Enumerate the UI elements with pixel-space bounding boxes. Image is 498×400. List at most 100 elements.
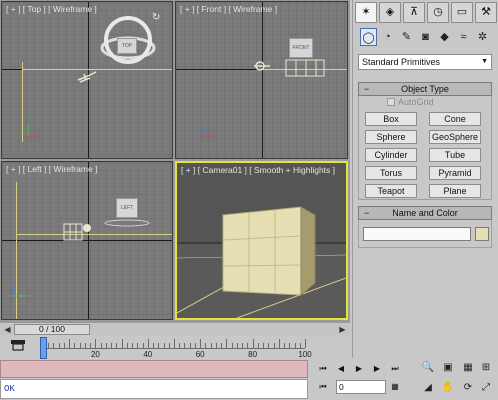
- next-frame-icon[interactable]: ▶: [370, 362, 384, 376]
- track-bar[interactable]: 020406080100: [0, 336, 350, 360]
- systems-icon[interactable]: ✲: [474, 28, 491, 46]
- zoom-icon[interactable]: 🔍: [420, 360, 436, 376]
- viewcube-compass[interactable]: ↻: [98, 8, 160, 64]
- maxscript-listener-mini[interactable]: [0, 360, 308, 378]
- ground-ellipse: [104, 219, 150, 227]
- track-tick: [210, 343, 212, 348]
- box-button[interactable]: Box: [365, 112, 417, 126]
- track-tick: [105, 343, 107, 348]
- track-tick: [168, 343, 170, 348]
- sphere-button[interactable]: Sphere: [365, 130, 417, 144]
- geosphere-button[interactable]: GeoSphere: [429, 130, 481, 144]
- play-icon[interactable]: ▶: [352, 362, 366, 376]
- track-tick: [53, 343, 55, 348]
- track-tick: [252, 339, 254, 348]
- display-icon[interactable]: ▭: [451, 2, 473, 23]
- track-tick-label: 20: [90, 350, 100, 359]
- slider-prev-icon[interactable]: ◀: [2, 324, 13, 335]
- zoom-extents-all-icon[interactable]: ⊞: [478, 360, 494, 376]
- viewport-label-top[interactable]: [ + ] [ Top ] [ Wireframe ]: [6, 4, 97, 14]
- track-tick-label: 60: [195, 350, 205, 359]
- torus-button[interactable]: Torus: [365, 166, 417, 180]
- name-color-title: Name and Color: [392, 208, 458, 218]
- prev-frame-icon[interactable]: ◀: [334, 362, 348, 376]
- current-frame-field[interactable]: 0: [336, 380, 386, 394]
- object-type-rollout-header[interactable]: − Object Type: [358, 82, 492, 96]
- time-slider-thumb[interactable]: 0 / 100: [14, 324, 90, 335]
- pyramid-button[interactable]: Pyramid: [429, 166, 481, 180]
- collapse-icon: −: [364, 208, 370, 218]
- teapot-wire: [77, 71, 97, 83]
- orbit-icon[interactable]: ⟳: [460, 380, 476, 396]
- box-wire: [63, 223, 91, 241]
- object-name-input[interactable]: [363, 227, 471, 241]
- dolly-icon[interactable]: ◢: [420, 380, 436, 396]
- viewport-label-left[interactable]: [ + ] [ Left ] [ Wireframe ]: [6, 164, 97, 174]
- zoom-extents-icon[interactable]: ▦: [460, 360, 476, 376]
- track-tick: [194, 343, 196, 348]
- create-icon[interactable]: ✶: [355, 2, 377, 23]
- viewcube-left[interactable]: LEFT: [116, 198, 138, 218]
- track-tick: [58, 343, 60, 348]
- maximize-toggle-icon[interactable]: ⤢: [478, 380, 494, 396]
- viewport-left[interactable]: LEFT [ + ] [ Left ] [ Wireframe ]: [1, 161, 173, 320]
- track-tick: [226, 339, 228, 348]
- time-config-icon[interactable]: ▦: [388, 380, 402, 394]
- teapot-button[interactable]: Teapot: [365, 184, 417, 198]
- track-tick: [174, 339, 175, 348]
- viewcube-top[interactable]: TOP: [117, 38, 137, 54]
- time-slider[interactable]: ◀ 0 / 100 ▶: [0, 322, 350, 335]
- track-ruler[interactable]: 020406080100: [41, 339, 312, 359]
- name-color-rollout-header[interactable]: − Name and Color: [358, 206, 492, 220]
- plane-button[interactable]: Plane: [429, 184, 481, 198]
- status-prompt: OK: [0, 379, 308, 399]
- hierarchy-icon[interactable]: ⊼: [403, 2, 425, 23]
- checkbox-icon: [387, 98, 395, 106]
- viewcube-front[interactable]: FRONT: [289, 38, 313, 58]
- track-tick: [184, 343, 186, 348]
- track-tick: [273, 343, 275, 348]
- autogrid-checkbox[interactable]: AutoGrid: [387, 97, 434, 107]
- goto-start-icon[interactable]: ⏮: [316, 362, 330, 376]
- time-cursor[interactable]: [40, 337, 47, 359]
- cylinder-button[interactable]: Cylinder: [365, 148, 417, 162]
- category-dropdown[interactable]: Standard Primitives ▼: [358, 54, 492, 70]
- shapes-icon[interactable]: ◔: [379, 28, 396, 46]
- viewport-label-front[interactable]: [ + ] [ Front ] [ Wireframe ]: [180, 4, 277, 14]
- modify-icon[interactable]: ◈: [379, 2, 401, 23]
- pan-icon[interactable]: ✋: [440, 380, 456, 396]
- cone-button[interactable]: Cone: [429, 112, 481, 126]
- object-color-swatch[interactable]: [475, 227, 489, 241]
- track-tick: [247, 343, 249, 348]
- track-tick: [215, 343, 217, 348]
- cameras-icon[interactable]: ◙: [417, 28, 434, 46]
- helpers-icon[interactable]: ◆: [436, 28, 453, 46]
- key-mode-icon[interactable]: ⏮: [316, 380, 330, 394]
- viewport-top[interactable]: ↻ TOP [ + ] [ Top ] [ Wireframe ]: [1, 1, 173, 159]
- goto-end-icon[interactable]: ⏭: [388, 362, 402, 376]
- teapot-wire: [254, 61, 270, 71]
- spacewarps-icon[interactable]: ≈: [455, 28, 472, 46]
- viewport-camera[interactable]: [ + ] [ Camera01 ] [ Smooth + Highlights…: [175, 161, 348, 320]
- track-tick: [126, 343, 128, 348]
- slider-next-icon[interactable]: ▶: [337, 324, 348, 335]
- viewport-label-camera[interactable]: [ + ] [ Camera01 ] [ Smooth + Highlights…: [181, 165, 335, 175]
- key-filters-icon[interactable]: [10, 338, 26, 352]
- track-tick: [257, 343, 259, 348]
- command-panel: ✶ ◈ ⊼ ◷ ▭ ⚒ ◯ ◔ ✎ ◙ ◆ ≈ ✲ Standard Primi…: [352, 0, 498, 358]
- axis-tripod: [201, 124, 214, 137]
- motion-icon[interactable]: ◷: [427, 2, 449, 23]
- zoom-all-icon[interactable]: ▣: [440, 360, 456, 376]
- track-tick: [263, 343, 265, 348]
- object-type-title: Object Type: [401, 84, 449, 94]
- lights-icon[interactable]: ✎: [398, 28, 415, 46]
- viewport-front[interactable]: FRONT [ + ] [ Front ] [ Wireframe ]: [175, 1, 348, 159]
- geometry-icon[interactable]: ◯: [360, 28, 377, 46]
- collapse-icon: −: [364, 84, 370, 94]
- chevron-down-icon: ▼: [481, 58, 488, 65]
- utilities-icon[interactable]: ⚒: [475, 2, 497, 23]
- svg-text:↻: ↻: [152, 12, 160, 23]
- camera-line: [16, 234, 172, 235]
- animation-controls: ⏮ ◀ ▶ ▶ ⏭ ⏮ 0 ▦: [310, 358, 416, 400]
- tube-button[interactable]: Tube: [429, 148, 481, 162]
